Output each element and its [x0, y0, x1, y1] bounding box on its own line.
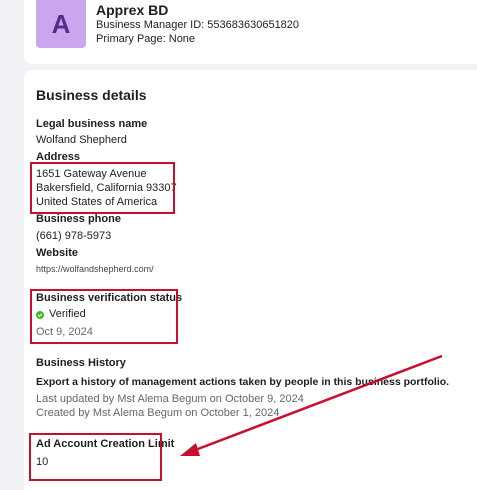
annotation-arrow [180, 354, 443, 456]
